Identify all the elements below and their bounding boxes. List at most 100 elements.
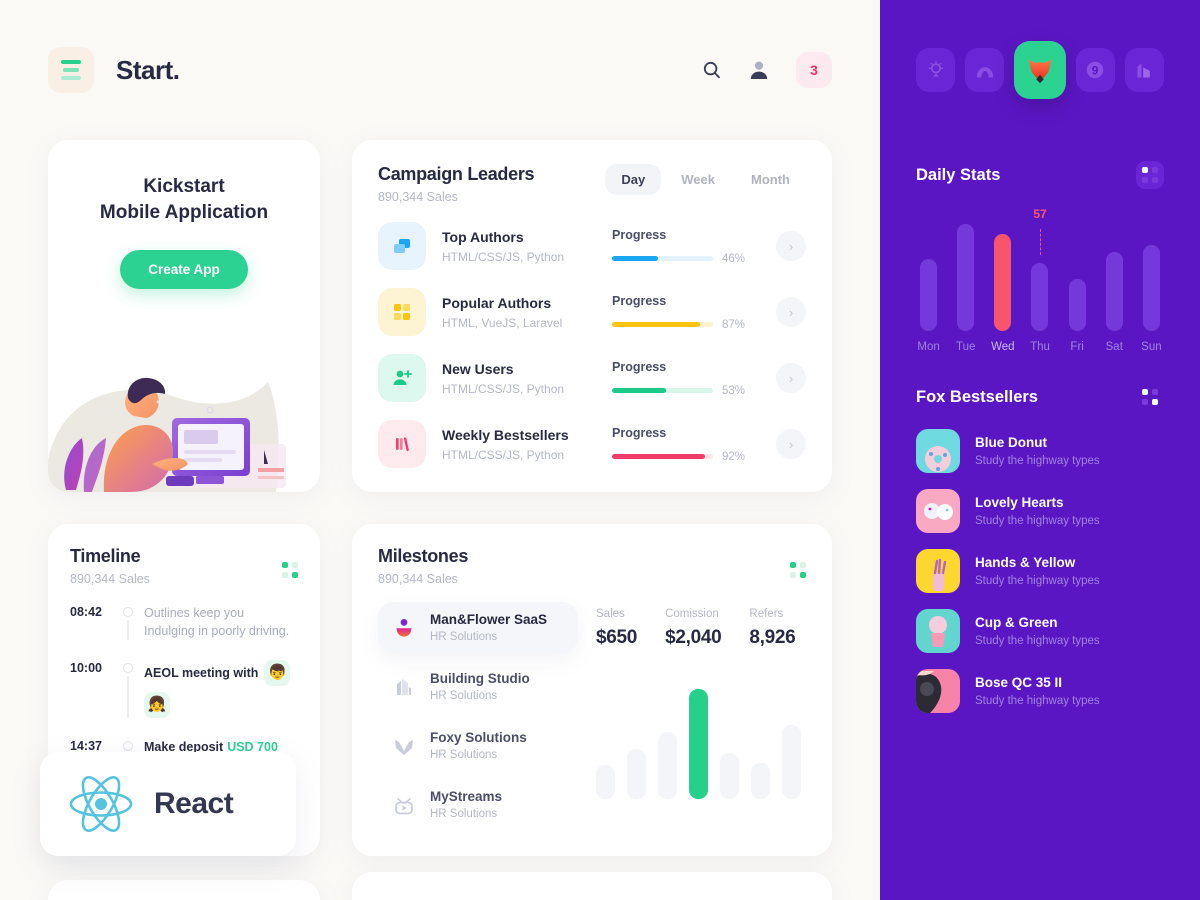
bottom-left-card (48, 880, 320, 900)
timeline-subtitle: 890,344 Sales (70, 572, 150, 586)
campaign-row-name: Popular Authors (442, 294, 552, 311)
bestseller-item[interactable]: Hands & Yellow Study the highway types (916, 549, 1164, 593)
bestseller-item[interactable]: Lovely Hearts Study the highway types (916, 489, 1164, 533)
notification-badge[interactable]: 3 (796, 52, 832, 88)
timeline-time: 08:42 (70, 605, 102, 619)
brand: Start. (48, 47, 180, 93)
campaign-row[interactable]: Weekly Bestsellers HTML/CSS/JS, Python P… (378, 420, 806, 468)
campaign-row-sub: HTML/CSS/JS, Python (442, 381, 565, 396)
campaign-row-text: New Users HTML/CSS/JS, Python (442, 361, 612, 396)
chevron-right-icon[interactable]: › (776, 429, 806, 459)
tab-week[interactable]: Week (665, 164, 731, 195)
progress-percent: 53% (722, 384, 746, 397)
daily-stats-title: Daily Stats (916, 165, 1001, 184)
bar-fri (1065, 211, 1090, 331)
milestone-item-active[interactable]: Man&Flower SaaS HR Solutions (378, 602, 578, 653)
books-icon (378, 420, 426, 468)
nine-app-icon[interactable]: 9 (1075, 48, 1115, 92)
fox-icon (395, 739, 413, 755)
timeline-item[interactable]: 08:42 Outlines keep you Indulging in poo… (70, 604, 298, 660)
milestones-heading-block: Milestones 890,344 Sales (378, 546, 468, 586)
bestseller-sub: Study the highway types (975, 455, 1100, 467)
stat-value: $650 (596, 627, 638, 648)
day-label: Sat (1105, 341, 1123, 353)
timeline-marker (122, 660, 134, 719)
product-thumbnail (916, 489, 960, 533)
create-app-button[interactable]: Create App (120, 250, 248, 290)
campaign-row[interactable]: Top Authors HTML/CSS/JS, Python Progress… (378, 222, 806, 270)
milestone-sub: HR Solutions (430, 808, 498, 820)
day-label: Mon (917, 341, 940, 353)
tab-day[interactable]: Day (605, 164, 662, 195)
milestone-name: Man&Flower SaaS (430, 612, 548, 627)
product-thumbnail (916, 669, 960, 713)
grid-menu-icon[interactable] (790, 562, 806, 578)
daily-stats-header: Daily Stats (916, 161, 1164, 189)
bestseller-item[interactable]: Cup & Green Study the highway types (916, 609, 1164, 653)
bestseller-name: Lovely Hearts (975, 495, 1064, 510)
chevron-right-icon[interactable]: › (776, 231, 806, 261)
search-icon[interactable] (702, 60, 722, 80)
campaign-row[interactable]: New Users HTML/CSS/JS, Python Progress 5… (378, 354, 806, 402)
day-label: Thu (1030, 341, 1050, 353)
campaign-heading-block: Campaign Leaders 890,344 Sales (378, 164, 535, 204)
kickstart-card: Kickstart Mobile Application Create App (48, 140, 320, 492)
progress-label: Progress (612, 227, 667, 242)
hamburger-icon[interactable] (48, 47, 94, 93)
tab-month[interactable]: Month (735, 164, 806, 195)
campaign-header: Campaign Leaders 890,344 Sales Day Week … (378, 164, 806, 204)
chevron-right-icon[interactable]: › (776, 363, 806, 393)
progress-label: Progress (612, 359, 667, 374)
bestseller-item[interactable]: Bose QC 35 II Study the highway types (916, 669, 1164, 713)
product-thumbnail (916, 549, 960, 593)
bestseller-item[interactable]: Blue Donut Study the highway types (916, 429, 1164, 473)
bestseller-name: Bose QC 35 II (975, 675, 1063, 690)
milestone-text: Building Studio HR Solutions (430, 671, 530, 702)
day-label: Fri (1070, 341, 1084, 353)
grid-menu-icon[interactable] (282, 562, 298, 578)
flower-icon (396, 618, 412, 637)
timeline-marker (122, 604, 134, 641)
grid-menu-icon[interactable] (1142, 389, 1158, 405)
milestones-subtitle: 890,344 Sales (378, 572, 458, 586)
progress-percent: 87% (722, 318, 746, 331)
bestseller-sub: Study the highway types (975, 635, 1100, 647)
campaign-row-text: Popular Authors HTML, VueJS, Laravel (442, 295, 612, 330)
bottom-right-card (352, 872, 832, 900)
period-tabs: Day Week Month (605, 164, 806, 195)
progress-percent: 46% (722, 252, 746, 265)
avatar: 👧 (144, 692, 170, 719)
bestseller-text: Blue Donut Study the highway types (975, 435, 1100, 467)
user-icon[interactable] (748, 59, 770, 81)
kickstart-title-line1: Kickstart (143, 176, 225, 197)
react-badge-card[interactable]: React (40, 752, 296, 856)
day-label: Tue (956, 341, 976, 353)
bulb-app-icon[interactable] (916, 48, 956, 92)
bestseller-text: Cup & Green Study the highway types (975, 615, 1100, 647)
page-title: Start. (116, 54, 180, 85)
bestsellers-menu-button[interactable] (1136, 383, 1164, 411)
add-user-icon (378, 354, 426, 402)
campaign-row[interactable]: Popular Authors HTML, VueJS, Laravel Pro… (378, 288, 806, 336)
milestones-stats-panel: Sales $650 Comission $2,040 Refers 8,926 (578, 602, 806, 838)
milestones-header: Milestones 890,344 Sales (378, 546, 806, 586)
timeline-item[interactable]: 10:00 AEOL meeting with 👦 👧 (70, 660, 298, 738)
bestsellers-title: Fox Bestsellers (916, 387, 1038, 406)
milestone-item[interactable]: Foxy Solutions HR Solutions (378, 720, 578, 771)
campaign-row-name: Top Authors (442, 228, 524, 245)
milestone-sub: HR Solutions (430, 749, 498, 761)
building-app-icon[interactable] (1124, 48, 1164, 92)
timeline-time: 10:00 (70, 661, 102, 676)
timeline-text: AEOL meeting with (144, 666, 259, 681)
chevron-right-icon[interactable]: › (776, 297, 806, 327)
fox-app-icon[interactable] (1014, 41, 1066, 99)
arch-app-icon[interactable] (965, 48, 1005, 92)
campaign-row-sub: HTML, VueJS, Laravel (442, 315, 563, 330)
milestones-list: Man&Flower SaaS HR Solutions Building St… (378, 602, 578, 838)
app-switcher: 9 (916, 41, 1164, 99)
milestone-item[interactable]: MyStreams HR Solutions (378, 779, 578, 830)
daily-stats-menu-button[interactable] (1136, 161, 1164, 189)
milestone-name: Foxy Solutions (430, 730, 527, 745)
milestone-item[interactable]: Building Studio HR Solutions (378, 661, 578, 712)
grid-menu-icon[interactable] (1142, 167, 1158, 183)
